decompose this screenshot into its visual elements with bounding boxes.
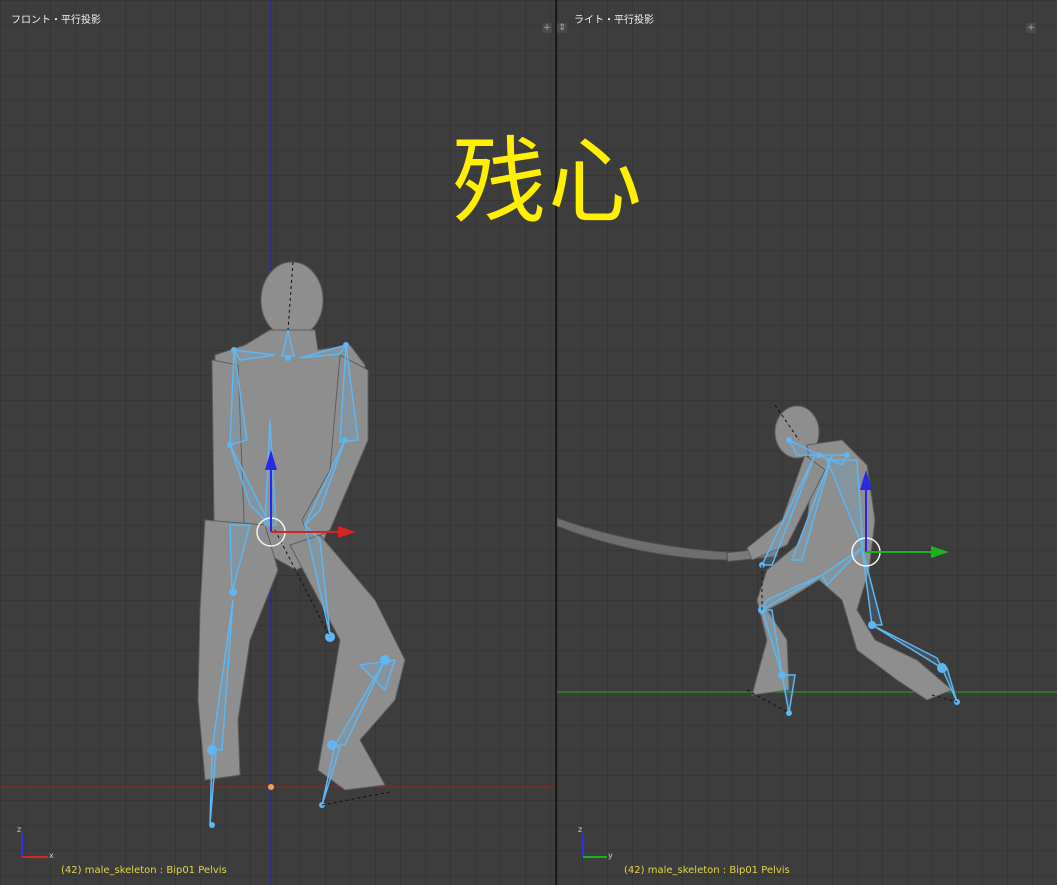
origin-dot (268, 784, 274, 790)
viewport-title-right: ライト・平行投影 (574, 15, 654, 26)
status-text-right: (42) male_skeleton : Bip01 Pelvis (624, 865, 790, 876)
blender-app: フロント・平行投影 + z x (42) male_skeleton : Bip… (0, 0, 1057, 885)
katana-mesh (557, 517, 778, 563)
viewport-corner-plus-icon[interactable]: + (542, 23, 552, 33)
overlay-caption: 残心 (452, 128, 645, 237)
transform-gizmo-right[interactable] (851, 470, 949, 567)
axis-widget-right: z y (578, 825, 613, 860)
x-arrow-icon[interactable] (338, 526, 356, 538)
viewport-title-front: フロント・平行投影 (11, 15, 101, 26)
axis-label-y: y (608, 851, 613, 860)
body-mesh-front (197, 261, 406, 791)
y-arrow-icon[interactable] (931, 546, 949, 558)
axis-label-z-right: z (578, 825, 582, 834)
viewport-corner-plus-icon-right[interactable]: + (1026, 23, 1036, 33)
status-text-front: (42) male_skeleton : Bip01 Pelvis (61, 865, 227, 876)
axis-label-x: x (49, 851, 54, 860)
axis-widget-front: z x (17, 825, 54, 860)
axis-label-z: z (17, 825, 21, 834)
viewport-split-icon[interactable]: ⇕ (557, 23, 567, 33)
